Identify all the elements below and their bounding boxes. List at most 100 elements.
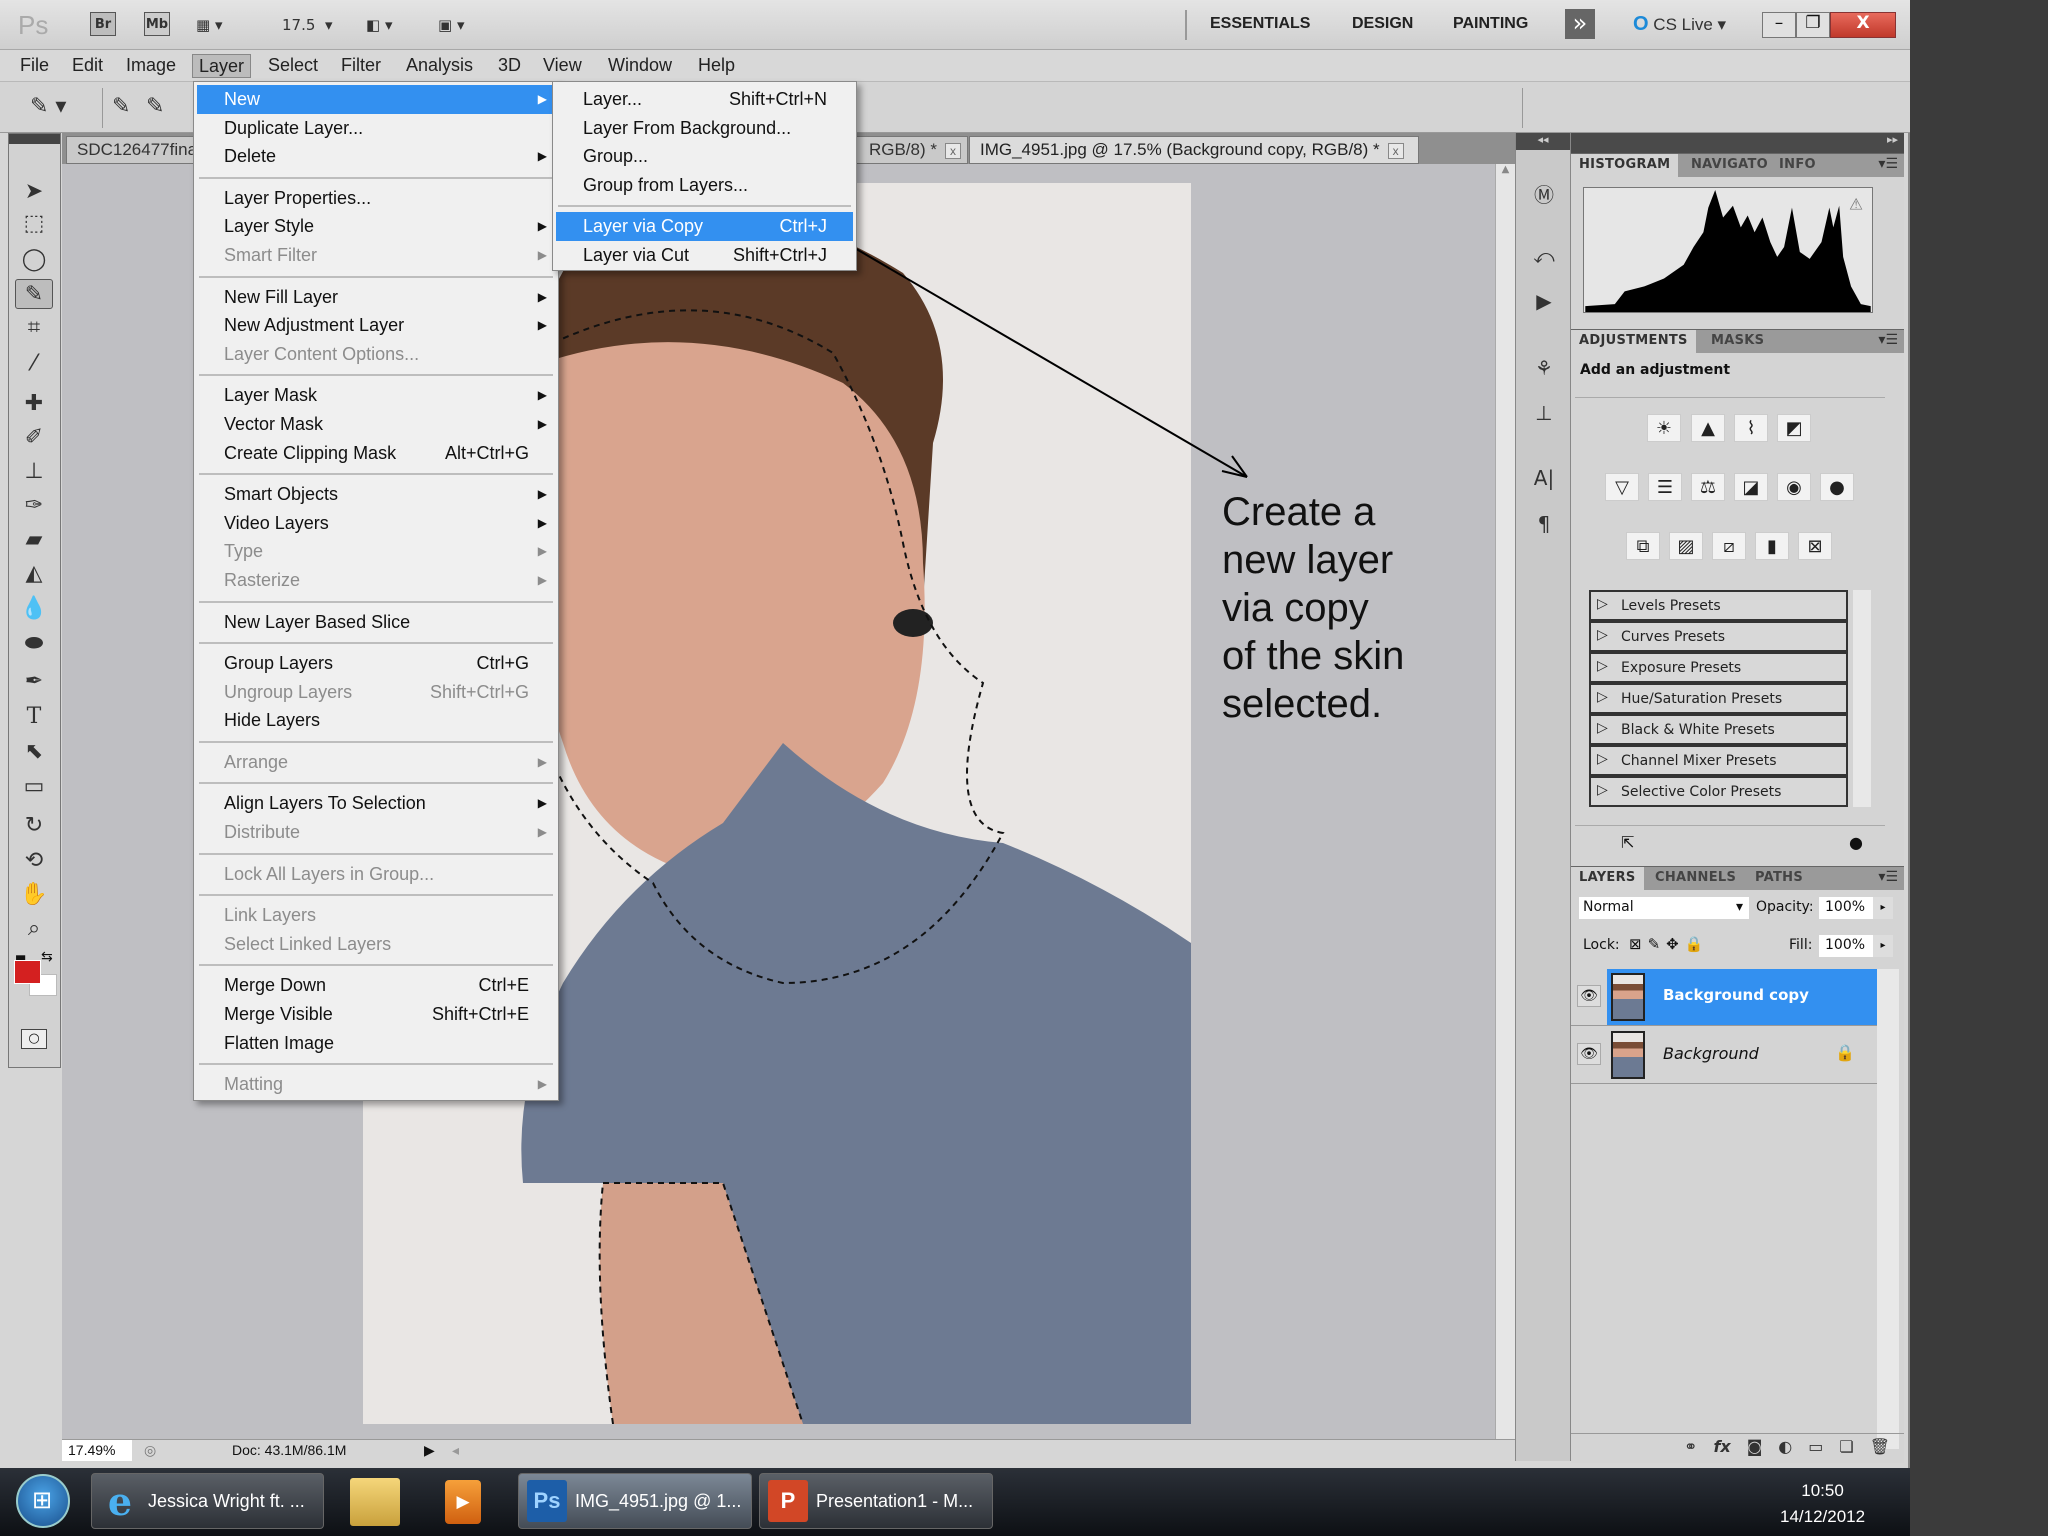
hand-tool[interactable]: ✋ (15, 879, 53, 909)
arrange-documents-button[interactable]: ◧ ▾ (366, 12, 392, 38)
menu-edit[interactable]: Edit (66, 54, 109, 78)
lasso-tool[interactable]: ◯ (15, 244, 53, 274)
tab-paths[interactable]: PATHS (1747, 867, 1811, 891)
layer-menu-item-vector-mask[interactable]: Vector Mask ▶ (197, 410, 555, 439)
close-tab-icon[interactable]: x (945, 143, 961, 159)
pen-tool[interactable]: ✒ (15, 666, 53, 696)
layer-row-background[interactable]: 👁 Background 🔒 (1571, 1027, 1877, 1084)
zoom-field[interactable]: 17.49% (62, 1440, 132, 1461)
layer-menu-item-flatten-image[interactable]: Flatten Image (197, 1029, 555, 1058)
gradient-map-icon[interactable]: ▮ (1755, 532, 1789, 560)
3d-orbit-tool[interactable]: ⟲ (15, 845, 53, 875)
layers-scrollbar[interactable] (1877, 969, 1899, 1449)
new-layer-icon[interactable]: ❏ (1839, 1437, 1853, 1461)
preset-selective-color[interactable]: ▷ Selective Color Presets (1589, 776, 1848, 807)
layer-menu-item-group-layers[interactable]: Group Layers Ctrl+G (197, 649, 555, 678)
layer-menu-item-create-clipping-mask[interactable]: Create Clipping Mask Alt+Ctrl+G (197, 439, 555, 468)
preset-black-white[interactable]: ▷ Black & White Presets (1589, 714, 1848, 745)
eyedropper-tool[interactable]: ⁄ (15, 348, 53, 378)
blend-mode-select[interactable]: Normal ▾ (1579, 897, 1749, 919)
presets-scrollbar[interactable] (1853, 590, 1871, 807)
preset-exposure[interactable]: ▷ Exposure Presets (1589, 652, 1848, 683)
actions-icon[interactable]: ▶ (1528, 286, 1560, 316)
tab-masks[interactable]: MASKS (1703, 330, 1772, 354)
history-icon[interactable]: ⤺ (1528, 241, 1560, 271)
menu-select[interactable]: Select (262, 54, 324, 78)
move-tool[interactable]: ➤ (15, 176, 53, 206)
link-layers-icon[interactable]: ⚭ (1684, 1437, 1697, 1461)
panel-menu-icon[interactable]: ▾☰ (1878, 869, 1898, 885)
blur-tool[interactable]: 💧 (15, 593, 53, 623)
menu-file[interactable]: File (14, 54, 55, 78)
layer-menu-item-merge-down[interactable]: Merge Down Ctrl+E (197, 971, 555, 1000)
crop-tool[interactable]: ⌗ (15, 312, 53, 342)
lock-options[interactable]: ⊠✎✥🔒 (1629, 935, 1709, 953)
taskbar-item-photoshop[interactable]: Ps IMG_4951.jpg @ 1... (518, 1473, 752, 1529)
zoom-level-dropdown[interactable]: 17.5 ▾ (282, 12, 332, 38)
visibility-toggle-icon[interactable]: ● (1849, 833, 1863, 852)
layer-menu-item-hide-layers[interactable]: Hide Layers (197, 706, 555, 735)
selective-color-icon[interactable]: ⊠ (1798, 532, 1832, 560)
eye-icon[interactable]: 👁 (1577, 985, 1601, 1007)
status-info-icon[interactable]: ◎ (144, 1442, 156, 1459)
mini-bridge-icon[interactable]: Ⓜ (1528, 178, 1560, 208)
fill-slider-button[interactable]: ▸ (1873, 935, 1893, 957)
layer-menu-item-smart-objects[interactable]: Smart Objects ▶ (197, 480, 555, 509)
character-icon[interactable]: A| (1528, 463, 1560, 493)
start-button[interactable]: ⊞ (16, 1474, 70, 1528)
layer-menu-item-align-layers-to-selection[interactable]: Align Layers To Selection ▶ (197, 789, 555, 818)
taskbar-item-ie[interactable]: e Jessica Wright ft. ... (91, 1473, 324, 1529)
layer-row-background-copy[interactable]: 👁 Background copy (1571, 969, 1877, 1026)
invert-icon[interactable]: ⧉ (1626, 532, 1660, 560)
healing-brush-tool[interactable]: ✚ (15, 388, 53, 418)
taskbar-item-powerpoint[interactable]: P Presentation1 - M... (759, 1473, 993, 1529)
status-menu-arrow[interactable]: ▶ (424, 1442, 435, 1459)
new-submenu-item-layer[interactable]: Layer... Shift+Ctrl+N (556, 85, 853, 114)
brightness-contrast-icon[interactable]: ☀ (1647, 414, 1681, 442)
quick-selection-tool[interactable]: ✎ (15, 279, 53, 309)
threshold-icon[interactable]: ⧄ (1712, 532, 1746, 560)
quick-mask-button[interactable]: ○ (21, 1029, 47, 1049)
minimize-button[interactable]: – (1762, 12, 1796, 38)
lock-transparent-icon[interactable]: ⊠ (1629, 935, 1648, 953)
menu-filter[interactable]: Filter (335, 54, 387, 78)
channel-mixer-icon[interactable]: ● (1820, 473, 1854, 501)
preset-hue-saturation[interactable]: ▷ Hue/Saturation Presets (1589, 683, 1848, 714)
eraser-tool[interactable]: ▰ (15, 524, 53, 554)
toolbox-header[interactable] (9, 134, 60, 144)
add-to-selection-button[interactable]: ✎ (146, 94, 164, 119)
lock-all-icon[interactable]: 🔒 (1685, 935, 1710, 953)
layer-menu-item-delete[interactable]: Delete ▶ (197, 142, 555, 171)
menu-image[interactable]: Image (120, 54, 182, 78)
tab-histogram[interactable]: HISTOGRAM (1571, 154, 1679, 178)
add-mask-icon[interactable]: ◙ (1747, 1437, 1763, 1461)
curves-icon[interactable]: ⌇ (1734, 414, 1768, 442)
new-group-icon[interactable]: ▭ (1808, 1437, 1823, 1461)
layer-menu-item-duplicate-layer[interactable]: Duplicate Layer... (197, 114, 555, 143)
eye-icon[interactable]: 👁 (1577, 1043, 1601, 1065)
opacity-slider-button[interactable]: ▸ (1873, 897, 1893, 919)
layer-menu-item-layer-mask[interactable]: Layer Mask ▶ (197, 381, 555, 410)
menu-help[interactable]: Help (692, 54, 741, 78)
type-tool[interactable]: T (15, 701, 53, 731)
preset-levels[interactable]: ▷ Levels Presets (1589, 590, 1848, 621)
black-white-icon[interactable]: ◪ (1734, 473, 1768, 501)
menu-window[interactable]: Window (602, 54, 678, 78)
layer-menu-item-video-layers[interactable]: Video Layers ▶ (197, 509, 555, 538)
close-tab-icon[interactable]: x (1387, 143, 1404, 159)
tab-navigator[interactable]: NAVIGATO (1683, 154, 1776, 178)
foreground-color-swatch[interactable] (14, 960, 41, 984)
exposure-icon[interactable]: ◩ (1777, 414, 1811, 442)
zoom-tool[interactable]: ⌕ (15, 913, 53, 943)
fill-input[interactable]: 100% (1819, 935, 1873, 957)
new-submenu-item-layer-from-background[interactable]: Layer From Background... (556, 114, 853, 143)
scroll-left-icon[interactable]: ◂ (452, 1442, 459, 1459)
close-button[interactable]: X (1830, 12, 1896, 38)
menu-view[interactable]: View (537, 54, 588, 78)
posterize-icon[interactable]: ▨ (1669, 532, 1703, 560)
scroll-up-icon[interactable]: ▲ (1496, 164, 1515, 175)
clone-source-icon[interactable]: ⊥ (1528, 398, 1560, 428)
new-submenu-item-group-from-layers[interactable]: Group from Layers... (556, 171, 853, 200)
path-selection-tool[interactable]: ⬉ (15, 736, 53, 766)
panel-menu-icon[interactable]: ▾☰ (1878, 156, 1898, 172)
